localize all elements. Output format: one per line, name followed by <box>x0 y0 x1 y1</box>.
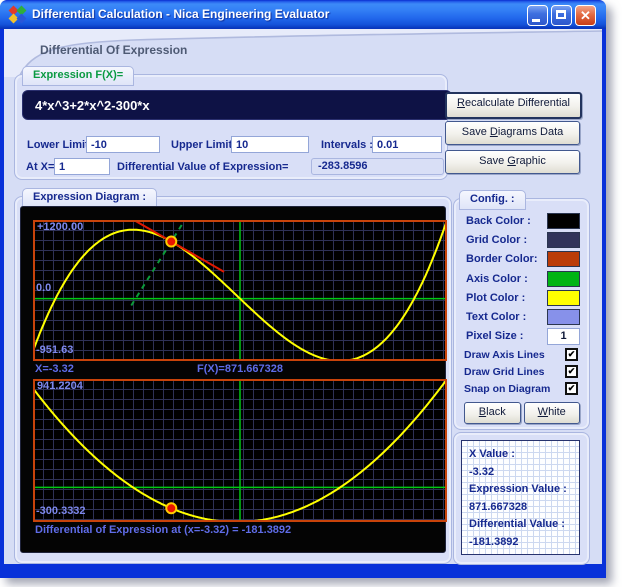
differential-value-field: -283.8596 <box>311 158 444 175</box>
config-row-pixel-size: Pixel Size : <box>459 327 582 346</box>
window-title: Differential Calculation - Nica Engineer… <box>32 7 329 21</box>
pixel-size-input[interactable] <box>547 328 580 345</box>
plot2-ymin-label: -300.3332 <box>36 505 86 517</box>
save-graphic-button[interactable]: Save Graphic <box>445 150 580 174</box>
diagram-group-label: Expression Diagram : <box>22 188 157 208</box>
expression-input[interactable] <box>22 90 452 120</box>
draw-grid-lines-label: Draw Grid Lines <box>464 366 545 378</box>
config-row-axis-color: Axis Color : <box>459 269 582 288</box>
at-x-label: At X= <box>26 161 54 173</box>
draw-axis-lines-label: Draw Axis Lines <box>464 349 545 361</box>
close-button[interactable]: ✕ <box>575 5 596 26</box>
plot1-ymax-label: +1200.00 <box>37 221 83 233</box>
save-diagrams-data-button[interactable]: Save Diagrams Data <box>445 121 580 145</box>
back-color-label: Back Color : <box>466 215 531 227</box>
snap-on-diagram-label: Snap on Diagram <box>464 383 550 395</box>
grid-color-swatch[interactable] <box>547 232 580 248</box>
config-row-text-color: Text Color : <box>459 307 582 326</box>
differential-plot[interactable]: 941.2204 -300.3332 <box>33 379 447 522</box>
recalculate-differential-button[interactable]: Recalculate Differential <box>445 92 582 119</box>
draw-axis-lines-row: Draw Axis Lines ✔ <box>459 346 582 363</box>
config-row-border-color: Border Color: <box>459 250 582 269</box>
values-panel: X Value : -3.32 Expression Value : 871.6… <box>461 440 580 555</box>
border-color-label: Border Color: <box>466 253 538 265</box>
title-bar[interactable]: Differential Calculation - Nica Engineer… <box>0 0 606 29</box>
draw-grid-lines-row: Draw Grid Lines ✔ <box>459 363 582 380</box>
plot2-ymax-label: 941.2204 <box>37 380 83 392</box>
plot1-ymin-label: -951.63 <box>36 344 73 356</box>
minimize-icon <box>532 19 540 22</box>
plot1-caption-row: X=-3.32 F(X)=871.667328 <box>33 363 447 377</box>
axis-color-swatch[interactable] <box>547 271 580 287</box>
draw-axis-lines-checkbox[interactable]: ✔ <box>565 348 578 361</box>
text-color-swatch[interactable] <box>547 309 580 325</box>
intervals-input[interactable] <box>372 136 442 153</box>
maximize-icon <box>556 10 566 19</box>
black-button[interactable]: Black <box>464 402 521 424</box>
plot2-caption-row: Differential of Expression at (x=-3.32) … <box>33 524 447 538</box>
plot1-fx-caption: F(X)=871.667328 <box>33 363 447 375</box>
differential-value: -181.3892 <box>469 534 579 552</box>
plot-color-swatch[interactable] <box>547 290 580 306</box>
snap-on-diagram-row: Snap on Diagram ✔ <box>459 380 582 397</box>
minimize-button[interactable] <box>527 5 548 26</box>
app-icon <box>9 6 26 23</box>
x-value: -3.32 <box>469 464 579 482</box>
intervals-label: Intervals : <box>321 139 373 151</box>
plot1-zero-label: 0.0 <box>36 282 51 294</box>
draw-grid-lines-checkbox[interactable]: ✔ <box>565 365 578 378</box>
config-row-plot-color: Plot Color : <box>459 288 582 307</box>
border-color-swatch[interactable] <box>547 251 580 267</box>
back-color-swatch[interactable] <box>547 213 580 229</box>
at-x-input[interactable] <box>54 158 110 175</box>
expression-value-label: Expression Value : <box>469 481 579 499</box>
tab-differential-of-expression[interactable]: Differential Of Expression <box>40 43 187 57</box>
differential-value-label: Differential Value of Expression= <box>117 161 288 173</box>
config-row-back-color: Back Color : <box>459 211 582 230</box>
differential-value-label: Differential Value : <box>469 516 579 534</box>
app-window: Differential Calculation - Nica Engineer… <box>0 0 606 578</box>
pixel-size-label: Pixel Size : <box>466 330 523 342</box>
axis-color-label: Axis Color : <box>466 273 528 285</box>
config-panel: Back Color : Grid Color : Border Color: … <box>459 211 582 424</box>
config-group-label: Config. : <box>459 190 526 210</box>
upper-limit-input[interactable] <box>231 136 309 153</box>
expression-plot[interactable]: +1200.00 0.0 -951.63 <box>33 220 447 361</box>
window-body: Differential Of Expression Expression F(… <box>4 29 602 564</box>
text-color-label: Text Color : <box>466 311 526 323</box>
lower-limit-input[interactable] <box>86 136 160 153</box>
x-value-label: X Value : <box>469 446 579 464</box>
maximize-button[interactable] <box>551 5 572 26</box>
diagram-canvas: +1200.00 0.0 -951.63 X=-3.32 F(X)=871.66… <box>20 206 446 553</box>
expression-value: 871.667328 <box>469 499 579 517</box>
expression-group-label: Expression F(X)= <box>22 66 134 86</box>
grid-color-label: Grid Color : <box>466 234 527 246</box>
plot2-caption: Differential of Expression at (x=-3.32) … <box>35 524 291 536</box>
black-white-buttons-row: Black White <box>459 397 582 424</box>
plot-color-label: Plot Color : <box>466 292 525 304</box>
config-row-grid-color: Grid Color : <box>459 230 582 249</box>
upper-limit-label: Upper Limit : <box>171 139 239 151</box>
white-button[interactable]: White <box>524 402 581 424</box>
snap-on-diagram-checkbox[interactable]: ✔ <box>565 382 578 395</box>
